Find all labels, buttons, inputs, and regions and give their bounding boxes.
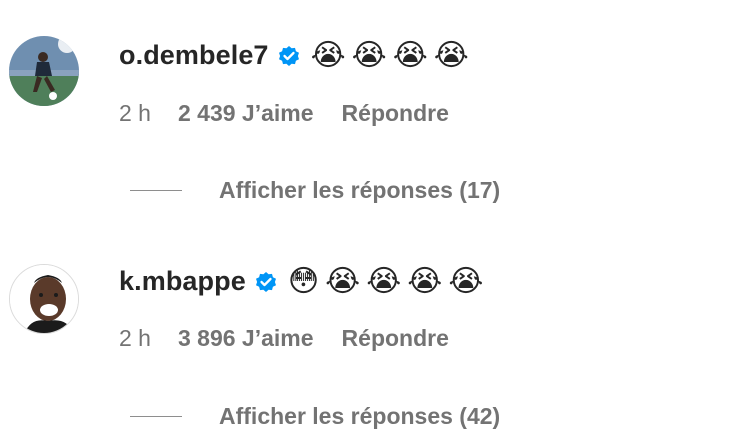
crying-face-emoji: 😭 bbox=[310, 37, 346, 73]
comment-text: 😭 😭 😭 😭 bbox=[310, 37, 475, 73]
avatar[interactable] bbox=[9, 36, 79, 106]
like-count[interactable]: 2 439 J’aime bbox=[178, 100, 314, 127]
like-count[interactable]: 3 896 J’aime bbox=[178, 325, 314, 352]
comment-meta: 2 h 3 896 J’aime Répondre bbox=[119, 325, 449, 352]
divider-line bbox=[130, 190, 182, 191]
comment-text: 😳 😭 😭 😭 😭 bbox=[287, 263, 490, 299]
view-replies-button[interactable]: Afficher les réponses (42) bbox=[130, 403, 500, 430]
crying-face-emoji: 😭 bbox=[351, 37, 387, 73]
verified-badge-icon bbox=[277, 44, 301, 68]
crying-face-emoji: 😭 bbox=[448, 263, 484, 299]
comment-meta: 2 h 2 439 J’aime Répondre bbox=[119, 100, 449, 127]
crying-face-emoji: 😭 bbox=[407, 263, 443, 299]
crying-face-emoji: 😭 bbox=[433, 37, 469, 73]
crying-face-emoji: 😭 bbox=[392, 37, 428, 73]
verified-badge-icon bbox=[254, 270, 278, 294]
username[interactable]: k.mbappe bbox=[119, 266, 246, 297]
crying-face-emoji: 😭 bbox=[325, 263, 361, 299]
view-replies-button[interactable]: Afficher les réponses (17) bbox=[130, 177, 500, 204]
comment-header: o.dembele7 😭 😭 😭 😭 bbox=[119, 40, 475, 71]
divider-line bbox=[130, 416, 182, 417]
crying-face-emoji: 😭 bbox=[366, 263, 402, 299]
reply-button[interactable]: Répondre bbox=[342, 100, 449, 127]
timestamp[interactable]: 2 h bbox=[119, 325, 151, 352]
view-replies-label: Afficher les réponses (42) bbox=[219, 403, 501, 429]
flushed-face-emoji: 😳 bbox=[287, 263, 320, 299]
view-replies-label: Afficher les réponses (17) bbox=[219, 177, 501, 203]
timestamp[interactable]: 2 h bbox=[119, 100, 151, 127]
comment-header: k.mbappe 😳 😭 😭 😭 😭 bbox=[119, 266, 489, 297]
username[interactable]: o.dembele7 bbox=[119, 40, 269, 71]
reply-button[interactable]: Répondre bbox=[342, 325, 449, 352]
avatar[interactable] bbox=[9, 264, 79, 334]
